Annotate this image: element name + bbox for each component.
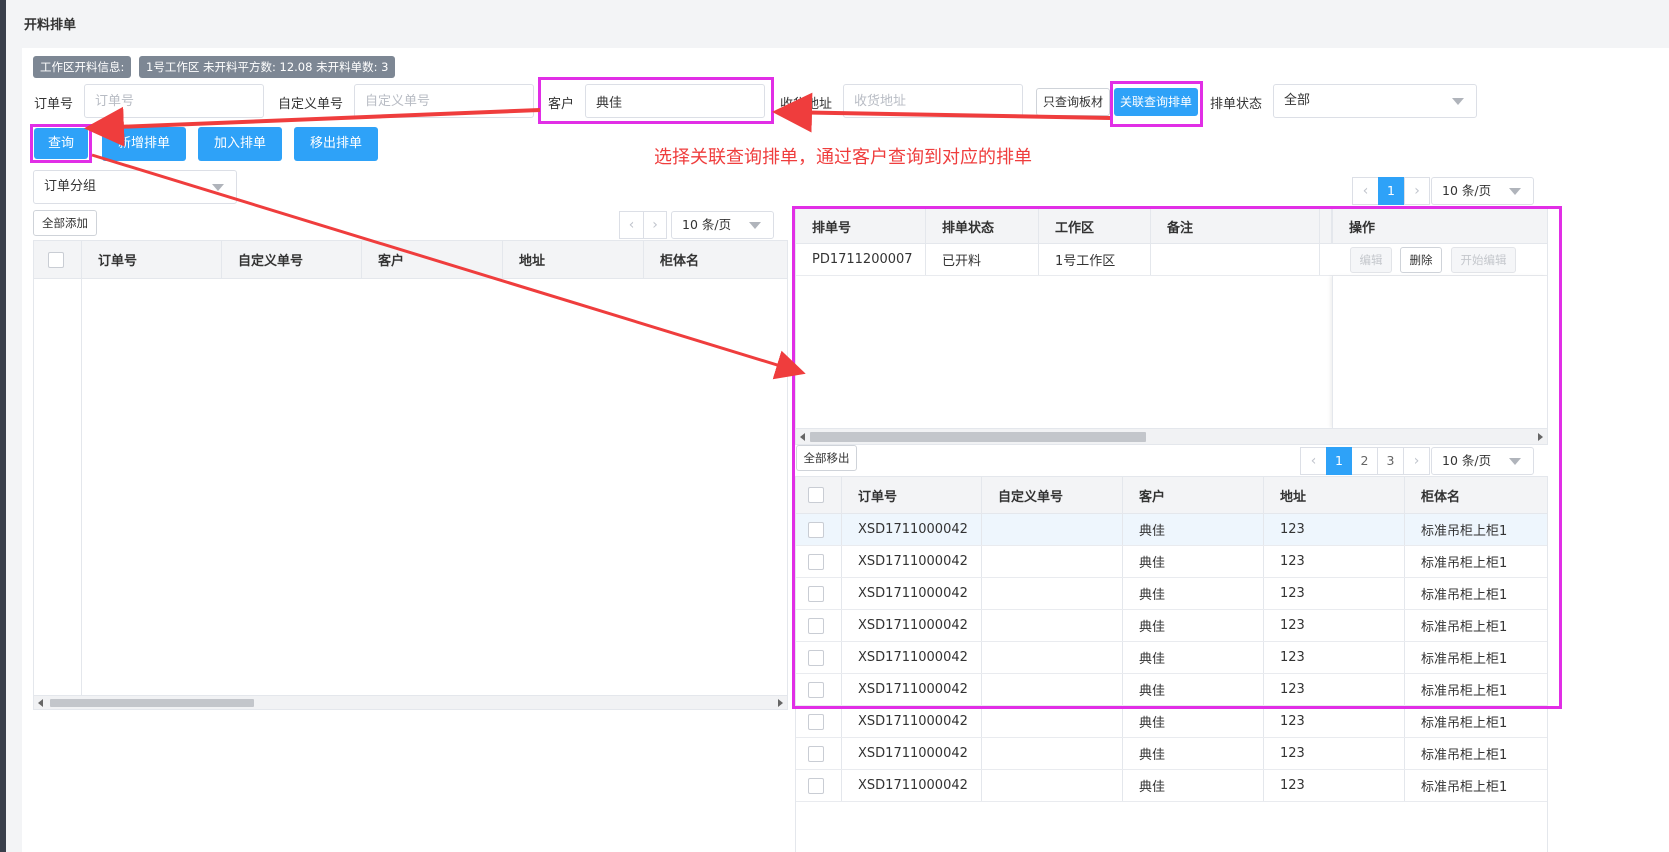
arrow-customer-to-query (84, 106, 541, 147)
arrow-query-to-result (91, 153, 806, 380)
annotation-arrows (84, 92, 1111, 380)
arrow-linked-to-customer (772, 92, 1111, 133)
